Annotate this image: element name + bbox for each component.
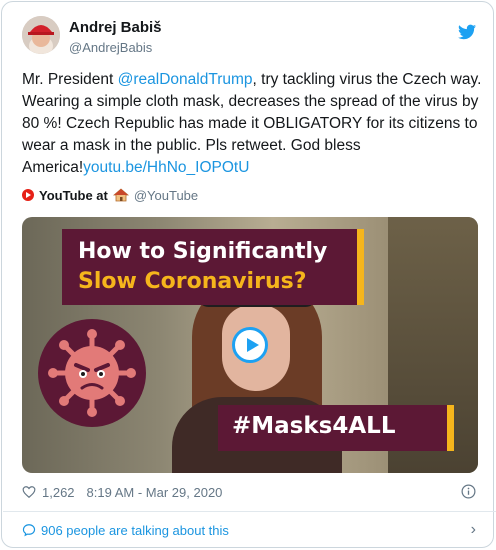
virus-icon (38, 319, 146, 427)
author-avatar[interactable] (22, 16, 60, 54)
video-title-line2: Slow Coronavirus? (78, 269, 307, 294)
author-handle[interactable]: @AndrejBabis (69, 40, 152, 55)
info-icon[interactable] (461, 484, 476, 499)
video-title-line1: How to Significantly (78, 239, 328, 264)
youtube-logo-icon (22, 189, 34, 201)
conversation-text[interactable]: 906 people are talking about this (41, 523, 229, 538)
mention-link[interactable]: @realDonaldTrump (118, 71, 253, 88)
tweet-text-before: Mr. President (22, 71, 118, 88)
card-source[interactable]: YouTube at @YouTube (22, 186, 198, 204)
hashtag-banner: #Masks4ALL (218, 405, 454, 451)
reply-bubble-icon (22, 524, 36, 537)
like-count[interactable]: 1,262 (42, 485, 75, 500)
tweet-card: Andrej Babiš @AndrejBabis Mr. President … (1, 1, 496, 548)
house-emoji-icon (112, 188, 129, 202)
conversation-link[interactable]: 906 people are talking about this › (22, 521, 478, 539)
card-source-handle[interactable]: @YouTube (134, 188, 198, 203)
heart-icon[interactable] (22, 485, 36, 499)
video-title-banner: How to Significantly Slow Coronavirus? (62, 229, 364, 305)
tweet-meta: 1,262 8:19 AM - Mar 29, 2020 (22, 482, 478, 502)
tweet-timestamp[interactable]: 8:19 AM - Mar 29, 2020 (87, 485, 223, 500)
video-thumbnail[interactable]: How to Significantly Slow Coronavirus? #… (22, 217, 478, 473)
tweet-text: Mr. President @realDonaldTrump, try tack… (22, 69, 482, 179)
twitter-bird-icon[interactable] (458, 24, 476, 40)
play-button[interactable] (232, 327, 268, 363)
chevron-right-icon[interactable]: › (471, 521, 476, 539)
youtube-link[interactable]: youtu.be/HhNo_IOPOtU (83, 159, 249, 176)
card-source-name[interactable]: YouTube at (39, 188, 108, 203)
divider (3, 511, 496, 512)
author-name[interactable]: Andrej Babiš (69, 19, 162, 36)
